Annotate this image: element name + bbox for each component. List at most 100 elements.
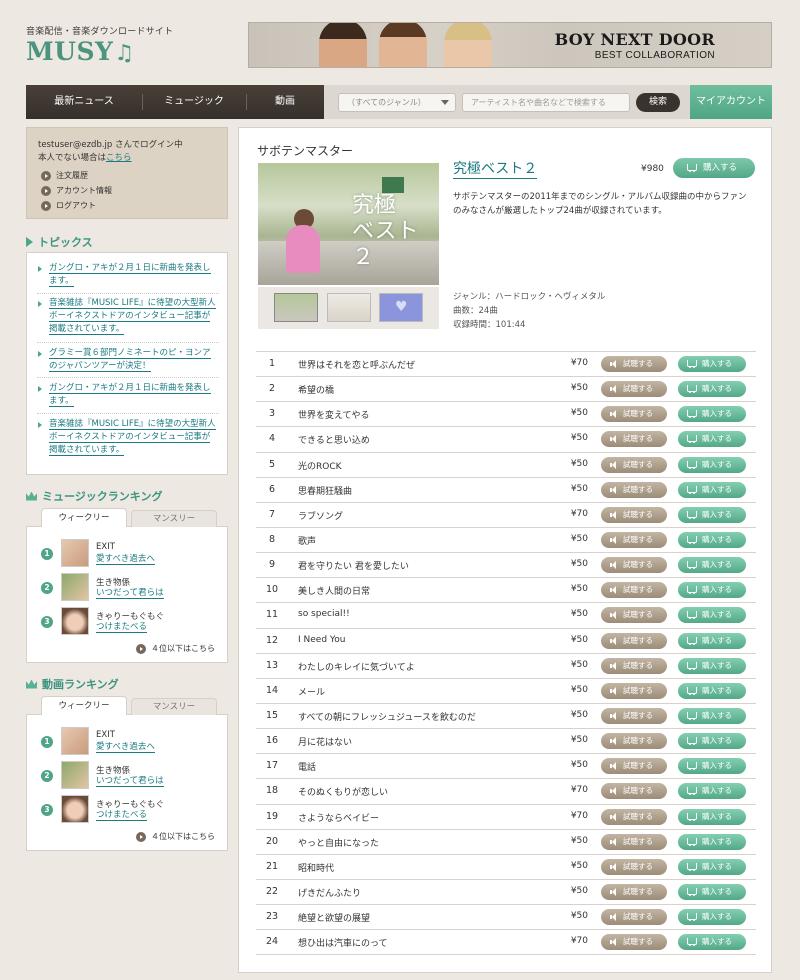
buy-track-button[interactable]: 購入する [678, 707, 746, 724]
not-you-link[interactable]: こちら [106, 153, 132, 163]
listen-button[interactable]: 試聴する [601, 607, 667, 624]
listen-button[interactable]: 試聴する [601, 531, 667, 548]
topic-item[interactable]: ガングロ・アキが２月１日に新曲を発表します。 [37, 382, 217, 408]
nav-item-music[interactable]: ミュージック [142, 85, 246, 119]
cover-thumbnail[interactable] [327, 293, 371, 322]
video-ranking-title: 動画ランキング [42, 678, 119, 691]
site-logo[interactable]: MUSY♫ [26, 37, 135, 66]
listen-button[interactable]: 試聴する [601, 506, 667, 523]
listen-button[interactable]: 試聴する [601, 858, 667, 875]
rank-title-link[interactable]: つけまたべる [96, 810, 148, 821]
buy-track-button[interactable]: 購入する [678, 506, 746, 523]
search-button[interactable]: 検索 [636, 93, 680, 112]
listen-button[interactable]: 試聴する [601, 808, 667, 825]
buy-track-button[interactable]: 購入する [678, 733, 746, 750]
listen-button[interactable]: 試聴する [601, 456, 667, 473]
account-info-link[interactable]: アカウント情報 [41, 183, 112, 198]
login-status: testuser@ezdb.jp さんでログイン中 [38, 138, 183, 150]
listen-button[interactable]: 試聴する [601, 381, 667, 398]
ranking-item[interactable]: 3 きゃりーもぐもぐ つけまたべる [41, 795, 221, 825]
buy-track-button[interactable]: 購入する [678, 934, 746, 951]
topic-link[interactable]: ガングロ・アキが２月１日に新曲を発表します。 [49, 383, 211, 407]
buy-track-button[interactable]: 購入する [678, 607, 746, 624]
topic-item[interactable]: 音楽雑誌『MUSIC LIFE』に待望の大型新人ボーイネクストドアのインタビュー… [37, 297, 217, 336]
buy-track-button[interactable]: 購入する [678, 833, 746, 850]
ranking-item[interactable]: 3 きゃりーもぐもぐ つけまたべる [41, 607, 221, 637]
listen-button[interactable]: 試聴する [601, 406, 667, 423]
ranking-item[interactable]: 2 生き物係 いつだって君らは [41, 573, 221, 603]
album-cover-image[interactable]: 究極 ベスト２ [258, 163, 439, 285]
buy-track-button[interactable]: 購入する [678, 557, 746, 574]
buy-track-button[interactable]: 購入する [678, 431, 746, 448]
ranking-item[interactable]: 1 EXIT 愛すべき過去へ [41, 539, 221, 569]
listen-button[interactable]: 試聴する [601, 783, 667, 800]
listen-button[interactable]: 試聴する [601, 934, 667, 951]
album-title[interactable]: 究極ベスト２ [453, 161, 538, 179]
tab-weekly[interactable]: ウィークリー [41, 696, 127, 715]
listen-button[interactable]: 試聴する [601, 657, 667, 674]
buy-track-button[interactable]: 購入する [678, 783, 746, 800]
logout-link[interactable]: ログアウト [41, 198, 112, 213]
rank-title-link[interactable]: 愛すべき過去へ [96, 554, 155, 565]
topic-item[interactable]: 音楽雑誌『MUSIC LIFE』に待望の大型新人ボーイネクストドアのインタビュー… [37, 418, 217, 457]
buy-track-button[interactable]: 購入する [678, 758, 746, 775]
nav-item-video[interactable]: 動画 [246, 85, 324, 119]
buy-track-button[interactable]: 購入する [678, 632, 746, 649]
promo-banner[interactable]: BOY NEXT DOOR BEST COLLABORATION [248, 22, 772, 68]
topic-item[interactable]: グラミー賞６部門ノミネートのピ・ヨンアのジャパンツアーが決定！ [37, 347, 217, 373]
tab-weekly[interactable]: ウィークリー [41, 508, 127, 527]
order-history-link[interactable]: 注文履歴 [41, 168, 112, 183]
topic-link[interactable]: ガングロ・アキが２月１日に新曲を発表します。 [49, 263, 211, 287]
buy-track-button[interactable]: 購入する [678, 808, 746, 825]
my-account-button[interactable]: マイアカウント [690, 85, 772, 119]
topic-link[interactable]: 音楽雑誌『MUSIC LIFE』に待望の大型新人ボーイネクストドアのインタビュー… [49, 419, 216, 456]
buy-track-button[interactable]: 購入する [678, 909, 746, 926]
tab-monthly[interactable]: マンスリー [131, 698, 217, 715]
listen-button[interactable]: 試聴する [601, 758, 667, 775]
ranking-more-link[interactable]: ４位以下はこちら [136, 831, 215, 842]
buy-track-button[interactable]: 購入する [678, 406, 746, 423]
listen-button[interactable]: 試聴する [601, 833, 667, 850]
listen-button[interactable]: 試聴する [601, 557, 667, 574]
listen-button[interactable]: 試聴する [601, 431, 667, 448]
rank-artist: きゃりーもぐもぐ [96, 612, 165, 622]
rank-title-link[interactable]: いつだって君らは [96, 776, 164, 787]
listen-button[interactable]: 試聴する [601, 733, 667, 750]
listen-button[interactable]: 試聴する [601, 356, 667, 372]
buy-album-button[interactable]: 購入する [673, 158, 755, 178]
cover-thumbnail[interactable]: ♥ [379, 293, 423, 322]
buy-track-button[interactable]: 購入する [678, 381, 746, 398]
topic-link[interactable]: グラミー賞６部門ノミネートのピ・ヨンアのジャパンツアーが決定！ [49, 348, 211, 372]
rank-title-link[interactable]: 愛すべき過去へ [96, 742, 155, 753]
listen-button[interactable]: 試聴する [601, 909, 667, 926]
listen-button[interactable]: 試聴する [601, 481, 667, 498]
listen-button[interactable]: 試聴する [601, 682, 667, 699]
topic-item[interactable]: ガングロ・アキが２月１日に新曲を発表します。 [37, 262, 217, 288]
rank-title-link[interactable]: つけまたべる [96, 622, 148, 633]
tab-monthly[interactable]: マンスリー [131, 510, 217, 527]
listen-button[interactable]: 試聴する [601, 707, 667, 724]
search-input[interactable]: アーティスト名や曲名などで検索する [462, 93, 630, 112]
listen-button[interactable]: 試聴する [601, 632, 667, 649]
ranking-item[interactable]: 1 EXIT 愛すべき過去へ [41, 727, 221, 757]
buy-track-button[interactable]: 購入する [678, 531, 746, 548]
cover-thumbnail[interactable] [274, 293, 318, 322]
buy-track-button[interactable]: 購入する [678, 682, 746, 699]
buy-track-button[interactable]: 購入する [678, 356, 746, 372]
buy-track-button[interactable]: 購入する [678, 481, 746, 498]
ranking-more-link[interactable]: ４位以下はこちら [136, 643, 215, 654]
track-row: 22 げきだんふたり ¥50 試聴する 購入する [256, 880, 756, 906]
buy-track-button[interactable]: 購入する [678, 858, 746, 875]
genre-select[interactable]: （すべてのジャンル） [338, 93, 456, 112]
listen-button[interactable]: 試聴する [601, 883, 667, 900]
buy-track-button[interactable]: 購入する [678, 582, 746, 599]
ranking-item[interactable]: 2 生き物係 いつだって君らは [41, 761, 221, 791]
buy-track-button[interactable]: 購入する [678, 657, 746, 674]
album-track-count: 曲数：24曲 [453, 306, 498, 316]
buy-track-button[interactable]: 購入する [678, 883, 746, 900]
rank-title-link[interactable]: いつだって君らは [96, 588, 164, 599]
nav-item-news[interactable]: 最新ニュース [26, 85, 142, 119]
buy-track-button[interactable]: 購入する [678, 456, 746, 473]
topic-link[interactable]: 音楽雑誌『MUSIC LIFE』に待望の大型新人ボーイネクストドアのインタビュー… [49, 298, 216, 335]
listen-button[interactable]: 試聴する [601, 582, 667, 599]
